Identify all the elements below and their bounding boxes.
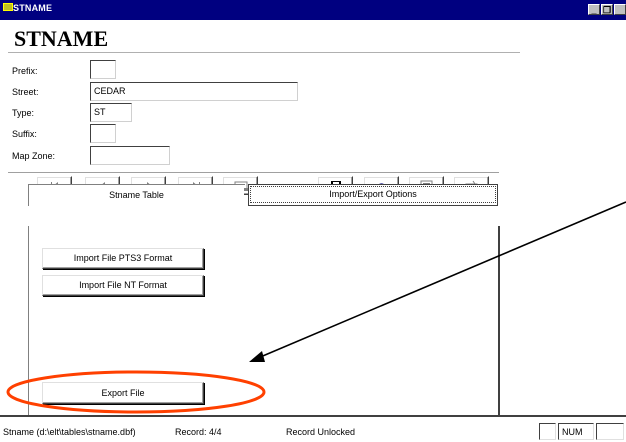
annotation-arrow-line [257, 201, 626, 359]
annotation-arrow-head [249, 351, 265, 362]
highlight-ellipse [6, 370, 266, 414]
annotation-overlay [6, 201, 626, 414]
